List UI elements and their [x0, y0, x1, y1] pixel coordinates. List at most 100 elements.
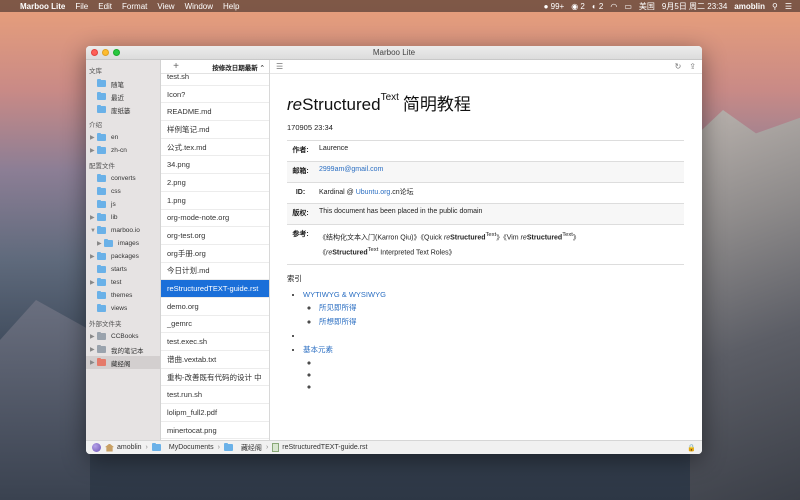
file-item[interactable]: 公式.tex.md	[161, 139, 269, 157]
menu-edit[interactable]: Edit	[93, 2, 117, 11]
info-key: 作者:	[287, 140, 314, 162]
sidebar-item-cangjingge[interactable]: ▶ 藏经阁	[86, 356, 160, 369]
info-key: 版权:	[287, 203, 314, 225]
table-row: 版权: This document has been placed in the…	[287, 203, 684, 225]
sidebar-item-starts[interactable]: starts	[86, 263, 160, 276]
zoom-button[interactable]	[113, 49, 120, 56]
folder-icon	[97, 251, 106, 260]
lock-icon[interactable]: 🔒	[687, 444, 696, 452]
file-item[interactable]: 1.png	[161, 192, 269, 210]
sidebar-item-css[interactable]: css	[86, 185, 160, 198]
notification-status-icon[interactable]: ◐ 2	[592, 2, 604, 11]
info-value: Laurence	[314, 140, 684, 162]
sidebar-item-trash[interactable]: 废纸篓	[86, 103, 160, 116]
toc-link[interactable]: 所见即所得	[319, 303, 357, 312]
menu-help[interactable]: Help	[218, 2, 244, 11]
title-bar: Marboo Lite	[86, 46, 702, 60]
breadcrumb-cangjingge[interactable]: 藏经阁	[223, 442, 262, 453]
document-view: reStructuredText 简明教程 170905 23:34 作者: L…	[270, 74, 702, 440]
file-item[interactable]: org-mode-note.org	[161, 210, 269, 228]
email-link[interactable]: 2999am@gmail.com	[319, 166, 383, 173]
share-icon[interactable]: ⇪	[689, 62, 696, 71]
file-item[interactable]: test.run.sh	[161, 386, 269, 405]
sidebar-item-images[interactable]: ▶ images	[86, 237, 160, 250]
file-item[interactable]: test.sh	[161, 68, 269, 86]
status-menus: ● 99+ ◉ 2 ◐ 2 ◠ ▭ 美国 9月5日 周二 23:34 amobl…	[544, 1, 800, 12]
file-item[interactable]: minertocat.png	[161, 422, 269, 440]
toc-link[interactable]: 基本元素	[303, 345, 333, 354]
folder-icon	[97, 104, 106, 113]
sidebar: 文库 随笔 最近 废纸篓 介绍 ▶ en ▶ zh-cn 配置文件 converts…	[86, 60, 161, 440]
sidebar-item-packages[interactable]: ▶ packages	[86, 250, 160, 263]
document-title: reStructuredText 简明教程	[287, 92, 471, 114]
file-item[interactable]: org手册.org	[161, 245, 269, 263]
menu-format[interactable]: Format	[117, 2, 152, 11]
breadcrumb-file[interactable]: reStructuredTEXT-guide.rst	[272, 443, 367, 452]
ubuntu-link[interactable]: Ubuntu.org	[356, 189, 391, 196]
disclosure-arrow-icon: ▼	[90, 227, 96, 234]
sidebar-item-js[interactable]: js	[86, 198, 160, 211]
menu-file[interactable]: File	[70, 2, 93, 11]
menu-view[interactable]: View	[152, 2, 179, 11]
menu-app-name[interactable]: Marboo Lite	[18, 2, 70, 11]
file-item[interactable]: 34.png	[161, 156, 269, 175]
file-item[interactable]: 2.png	[161, 174, 269, 192]
file-item[interactable]: 重构-改善既有代码的设计 中	[161, 369, 269, 387]
folder-icon	[151, 442, 161, 451]
sidebar-item-marboo-io[interactable]: ▼ marboo.io	[86, 224, 160, 237]
folder-icon	[223, 442, 233, 451]
menu-window[interactable]: Window	[180, 2, 218, 11]
document-date: 170905 23:34	[287, 123, 333, 132]
file-item[interactable]: 样例笔记.md	[161, 121, 269, 139]
breadcrumb-mydocuments[interactable]: MyDocuments	[151, 442, 214, 451]
file-list-items[interactable]: test.sh Icon? README.md 样例笔记.md 公式.tex.m…	[161, 68, 269, 440]
sidebar-section-intro: 介绍	[89, 122, 102, 129]
globe-icon[interactable]	[92, 443, 101, 452]
spotlight-icon[interactable]: ⚲	[772, 2, 778, 11]
close-button[interactable]	[91, 49, 98, 56]
minimize-button[interactable]	[102, 49, 109, 56]
sidebar-item-ccbooks[interactable]: ▶ CCBooks	[86, 330, 160, 343]
toc-link[interactable]: WYTIWYG & WYSIWYG	[303, 290, 386, 299]
file-item[interactable]: Icon?	[161, 86, 269, 104]
sidebar-item-converts[interactable]: converts	[86, 172, 160, 185]
sidebar-item-lib[interactable]: ▶ lib	[86, 211, 160, 224]
folder-icon	[97, 357, 106, 366]
info-value: 《结构化文本入门(Karron Qiu)》《Quick reStructured…	[314, 224, 684, 265]
notification-center-icon[interactable]: ☰	[785, 2, 792, 11]
sidebar-item-test[interactable]: ▶ test	[86, 276, 160, 289]
sidebar-item-zh-cn[interactable]: ▶ zh-cn	[86, 144, 160, 157]
refresh-icon[interactable]: ↻	[675, 62, 682, 71]
file-item[interactable]: demo.org	[161, 298, 269, 316]
user-name[interactable]: amoblin	[734, 2, 765, 11]
clock[interactable]: 9月5日 周二 23:34	[662, 1, 727, 12]
wifi-icon[interactable]: ◠	[610, 2, 617, 11]
sidebar-section-external: 外部文件夹	[89, 321, 122, 328]
file-item[interactable]: 今日计划.md	[161, 263, 269, 281]
sidebar-item-views[interactable]: views	[86, 302, 160, 315]
file-item[interactable]: test.exec.sh	[161, 333, 269, 351]
file-item[interactable]: README.md	[161, 103, 269, 122]
file-item[interactable]: 谱曲.vextab.txt	[161, 351, 269, 369]
menu-icon[interactable]: ☰	[276, 62, 283, 71]
sidebar-item-my-notebook[interactable]: ▶ 我的笔记本	[86, 343, 160, 356]
sidebar-item-themes[interactable]: themes	[86, 289, 160, 302]
breadcrumb-home[interactable]: amoblin	[105, 443, 142, 452]
sidebar-item-en[interactable]: ▶ en	[86, 131, 160, 144]
file-item[interactable]: lolipm_full2.pdf	[161, 404, 269, 422]
disclosure-arrow-icon: ▶	[97, 241, 102, 247]
folder-icon	[97, 290, 106, 299]
input-source[interactable]: 美国	[639, 1, 655, 12]
battery-icon[interactable]: ▭	[624, 2, 632, 11]
wechat-status-icon[interactable]: ◉ 2	[571, 2, 585, 11]
toc-link[interactable]: 所想即所得	[319, 317, 357, 326]
list-item	[303, 331, 686, 340]
home-icon	[105, 443, 114, 452]
disclosure-arrow-icon: ▶	[90, 280, 95, 286]
file-item[interactable]: _gemrc	[161, 316, 269, 334]
qq-status-icon[interactable]: ● 99+	[544, 2, 565, 11]
file-item-selected[interactable]: reStructuredTEXT-guide.rst	[161, 280, 269, 298]
file-item[interactable]: org-test.org	[161, 227, 269, 245]
sidebar-item-notes[interactable]: 随笔	[86, 77, 160, 90]
sidebar-item-recent[interactable]: 最近	[86, 90, 160, 103]
